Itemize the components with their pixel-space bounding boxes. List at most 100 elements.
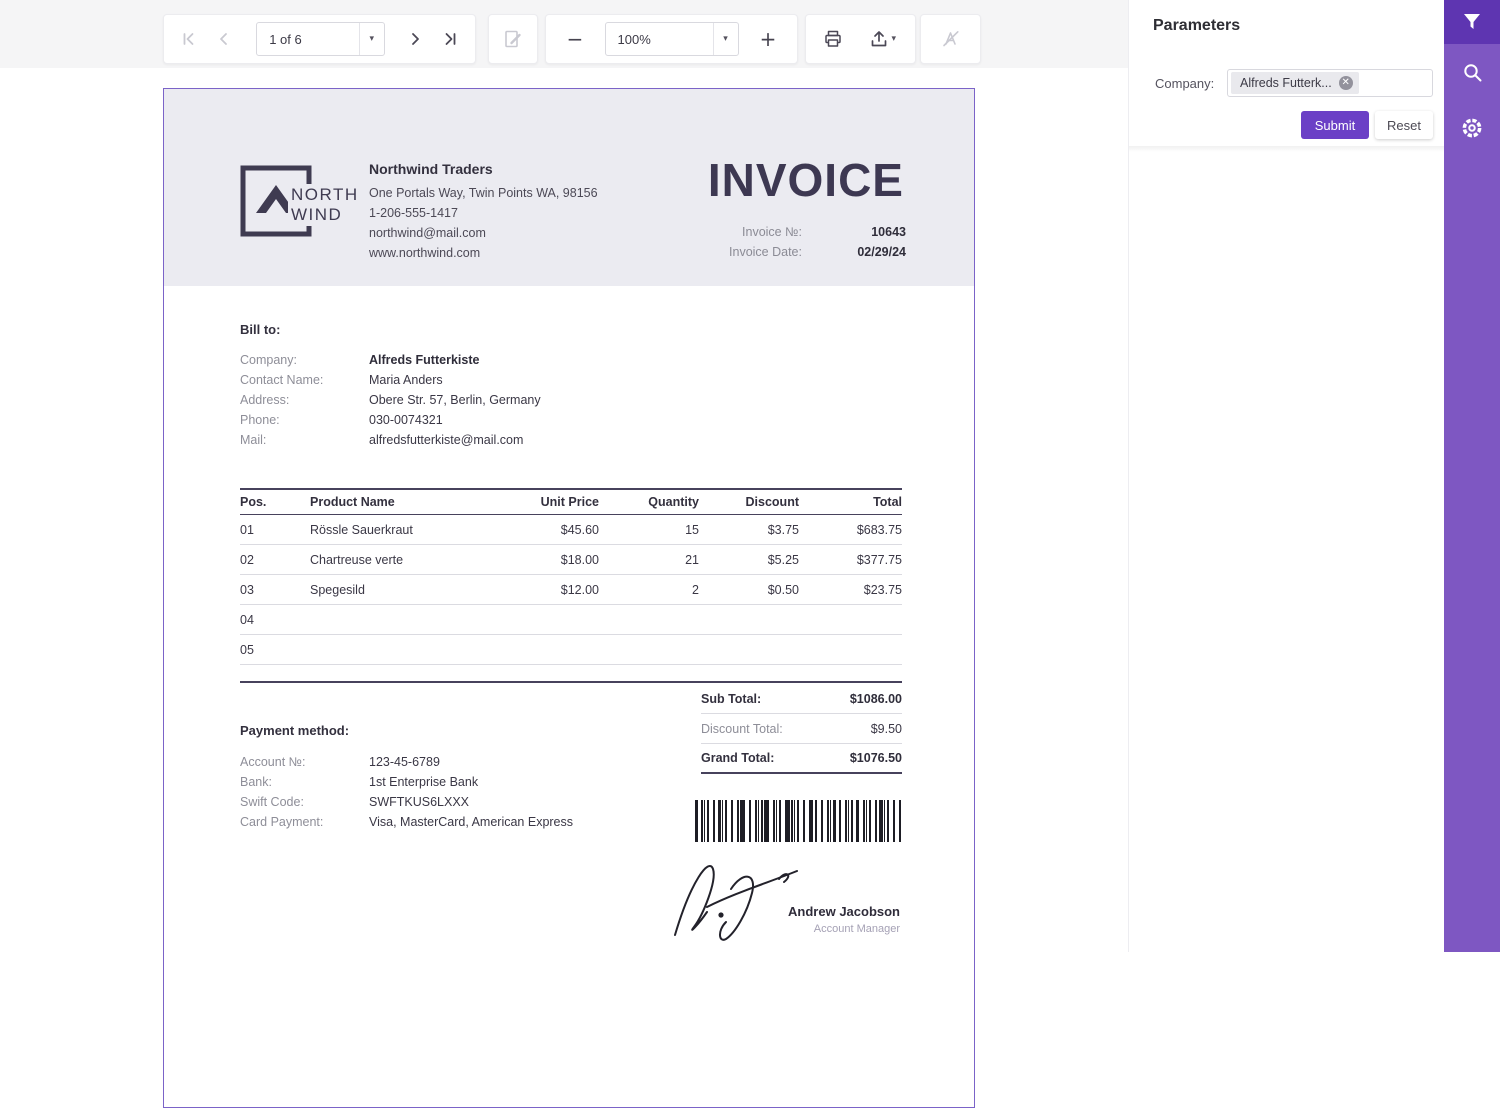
- parameters-rail-button[interactable]: [1444, 0, 1500, 44]
- zoom-combobox[interactable]: 100% ▾: [605, 22, 739, 56]
- previous-page-button[interactable]: [207, 22, 240, 56]
- print-export-group: ▾: [805, 14, 916, 64]
- grand-total-label: Grand Total:: [701, 751, 774, 765]
- grand-total-value: $1076.50: [850, 751, 902, 765]
- payment-label: Swift Code:: [240, 792, 369, 812]
- seller-phone: 1-206-555-1417: [369, 203, 598, 223]
- signatory-role: Account Manager: [814, 923, 900, 935]
- cell-total: $377.75: [799, 553, 902, 567]
- last-page-button[interactable]: [434, 22, 467, 56]
- zoom-value[interactable]: 100%: [606, 32, 713, 47]
- header-discount: Discount: [699, 495, 799, 509]
- export-button[interactable]: ▾: [859, 22, 905, 56]
- report-viewer: { "toolbar": { "page_display": "1 of 6",…: [0, 0, 1500, 952]
- header-quantity: Quantity: [599, 495, 699, 509]
- bill-to-row: Company: Alfreds Futterkiste: [240, 350, 541, 370]
- close-icon: ✕: [1342, 77, 1350, 88]
- payment-row: Bank: 1st Enterprise Bank: [240, 772, 573, 792]
- minus-icon: −: [567, 27, 584, 51]
- chevron-right-icon: [406, 30, 424, 48]
- toggle-text-selection-button[interactable]: [934, 22, 968, 56]
- cell-pos: 01: [240, 523, 310, 537]
- bill-to-value: Maria Anders: [369, 370, 443, 390]
- invoice-meta: Invoice №: 10643 Invoice Date: 02/29/24: [682, 222, 906, 262]
- totals-divider: [240, 681, 902, 683]
- bill-to-label: Company:: [240, 350, 369, 370]
- gear-icon: [1461, 117, 1483, 139]
- cell-quantity: 2: [599, 583, 699, 597]
- table-row: 03 Spegesild $12.00 2 $0.50 $23.75: [240, 575, 902, 605]
- last-page-icon: [441, 30, 459, 48]
- sub-total-row: Sub Total: $1086.00: [701, 684, 902, 714]
- header-total: Total: [799, 495, 902, 509]
- viewer-toolbar: 1 of 6 ▾ − 100% ▾ + ▾: [0, 0, 1128, 68]
- reset-button[interactable]: Reset: [1375, 111, 1433, 139]
- invoice-date-row: Invoice Date: 02/29/24: [682, 242, 906, 262]
- first-page-icon: [180, 30, 198, 48]
- page-number-combobox[interactable]: 1 of 6 ▾: [256, 22, 385, 56]
- logo-line1: NORTH: [291, 185, 359, 205]
- header-unit-price: Unit Price: [500, 495, 599, 509]
- bill-to-label: Address:: [240, 390, 369, 410]
- discount-total-row: Discount Total: $9.50: [701, 714, 902, 744]
- edit-document-icon: [503, 29, 523, 49]
- bill-to-heading: Bill to:: [240, 322, 280, 337]
- invoice-number-value: 10643: [802, 222, 906, 242]
- panel-header-shadow: [1129, 146, 1444, 152]
- bill-to-label: Mail:: [240, 430, 369, 450]
- sub-total-value: $1086.00: [850, 692, 902, 706]
- first-page-button[interactable]: [172, 22, 205, 56]
- filter-icon: [1462, 12, 1482, 32]
- cell-unit-price: $12.00: [500, 583, 599, 597]
- payment-label: Card Payment:: [240, 812, 369, 832]
- payment-value: 123-45-6789: [369, 752, 440, 772]
- items-table-header: Pos. Product Name Unit Price Quantity Di…: [240, 488, 902, 515]
- bill-to-value: Alfreds Futterkiste: [369, 350, 479, 370]
- submit-button[interactable]: Submit: [1301, 111, 1369, 139]
- bill-to-value: alfredsfutterkiste@mail.com: [369, 430, 523, 450]
- company-chip[interactable]: Alfreds Futterk... ✕: [1231, 72, 1359, 94]
- header-product: Product Name: [310, 495, 500, 509]
- cell-discount: $0.50: [699, 583, 799, 597]
- signatory-name: Andrew Jacobson: [788, 904, 900, 919]
- seller-name: Northwind Traders: [369, 161, 598, 177]
- printer-icon: [823, 29, 843, 49]
- edit-report-button[interactable]: [496, 22, 530, 56]
- text-selection-disabled-icon: [941, 29, 961, 49]
- cell-unit-price: $18.00: [500, 553, 599, 567]
- company-parameter-input[interactable]: Alfreds Futterk... ✕: [1227, 69, 1433, 97]
- print-button[interactable]: [816, 22, 850, 56]
- cell-total: $23.75: [799, 583, 902, 597]
- caret-glyph: ▾: [370, 34, 375, 44]
- next-page-button[interactable]: [399, 22, 432, 56]
- totals-block: Sub Total: $1086.00 Discount Total: $9.5…: [701, 684, 902, 774]
- cell-pos: 03: [240, 583, 310, 597]
- page-number-value[interactable]: 1 of 6: [257, 32, 359, 47]
- search-icon: [1462, 62, 1483, 83]
- invoice-date-label: Invoice Date:: [682, 242, 802, 262]
- cell-total: $683.75: [799, 523, 902, 537]
- cell-pos: 02: [240, 553, 310, 567]
- parameters-panel: Parameters Company: Alfreds Futterk... ✕…: [1128, 0, 1444, 952]
- invoice-number-row: Invoice №: 10643: [682, 222, 906, 242]
- items-table: Pos. Product Name Unit Price Quantity Di…: [240, 488, 902, 665]
- zoom-in-button[interactable]: +: [751, 22, 785, 56]
- cell-product: Chartreuse verte: [310, 553, 500, 567]
- search-rail-button[interactable]: [1444, 44, 1500, 100]
- chip-remove-button[interactable]: ✕: [1339, 76, 1353, 90]
- invoice-number-label: Invoice №:: [682, 222, 802, 242]
- company-parameter-label: Company:: [1155, 76, 1214, 91]
- seller-email: northwind@mail.com: [369, 223, 598, 243]
- zoom-out-button[interactable]: −: [558, 22, 592, 56]
- payment-rows: Account №: 123-45-6789 Bank: 1st Enterpr…: [240, 752, 573, 832]
- cell-pos: 05: [240, 643, 310, 657]
- chevron-down-icon[interactable]: ▾: [713, 23, 738, 55]
- payment-label: Bank:: [240, 772, 369, 792]
- logo-line2: WIND: [291, 205, 359, 225]
- page-navigation-group: 1 of 6 ▾: [163, 14, 476, 64]
- cell-product: Spegesild: [310, 583, 500, 597]
- table-row: 02 Chartreuse verte $18.00 21 $5.25 $377…: [240, 545, 902, 575]
- bill-to-rows: Company: Alfreds Futterkiste Contact Nam…: [240, 350, 541, 450]
- settings-rail-button[interactable]: [1444, 100, 1500, 156]
- chevron-down-icon[interactable]: ▾: [359, 23, 384, 55]
